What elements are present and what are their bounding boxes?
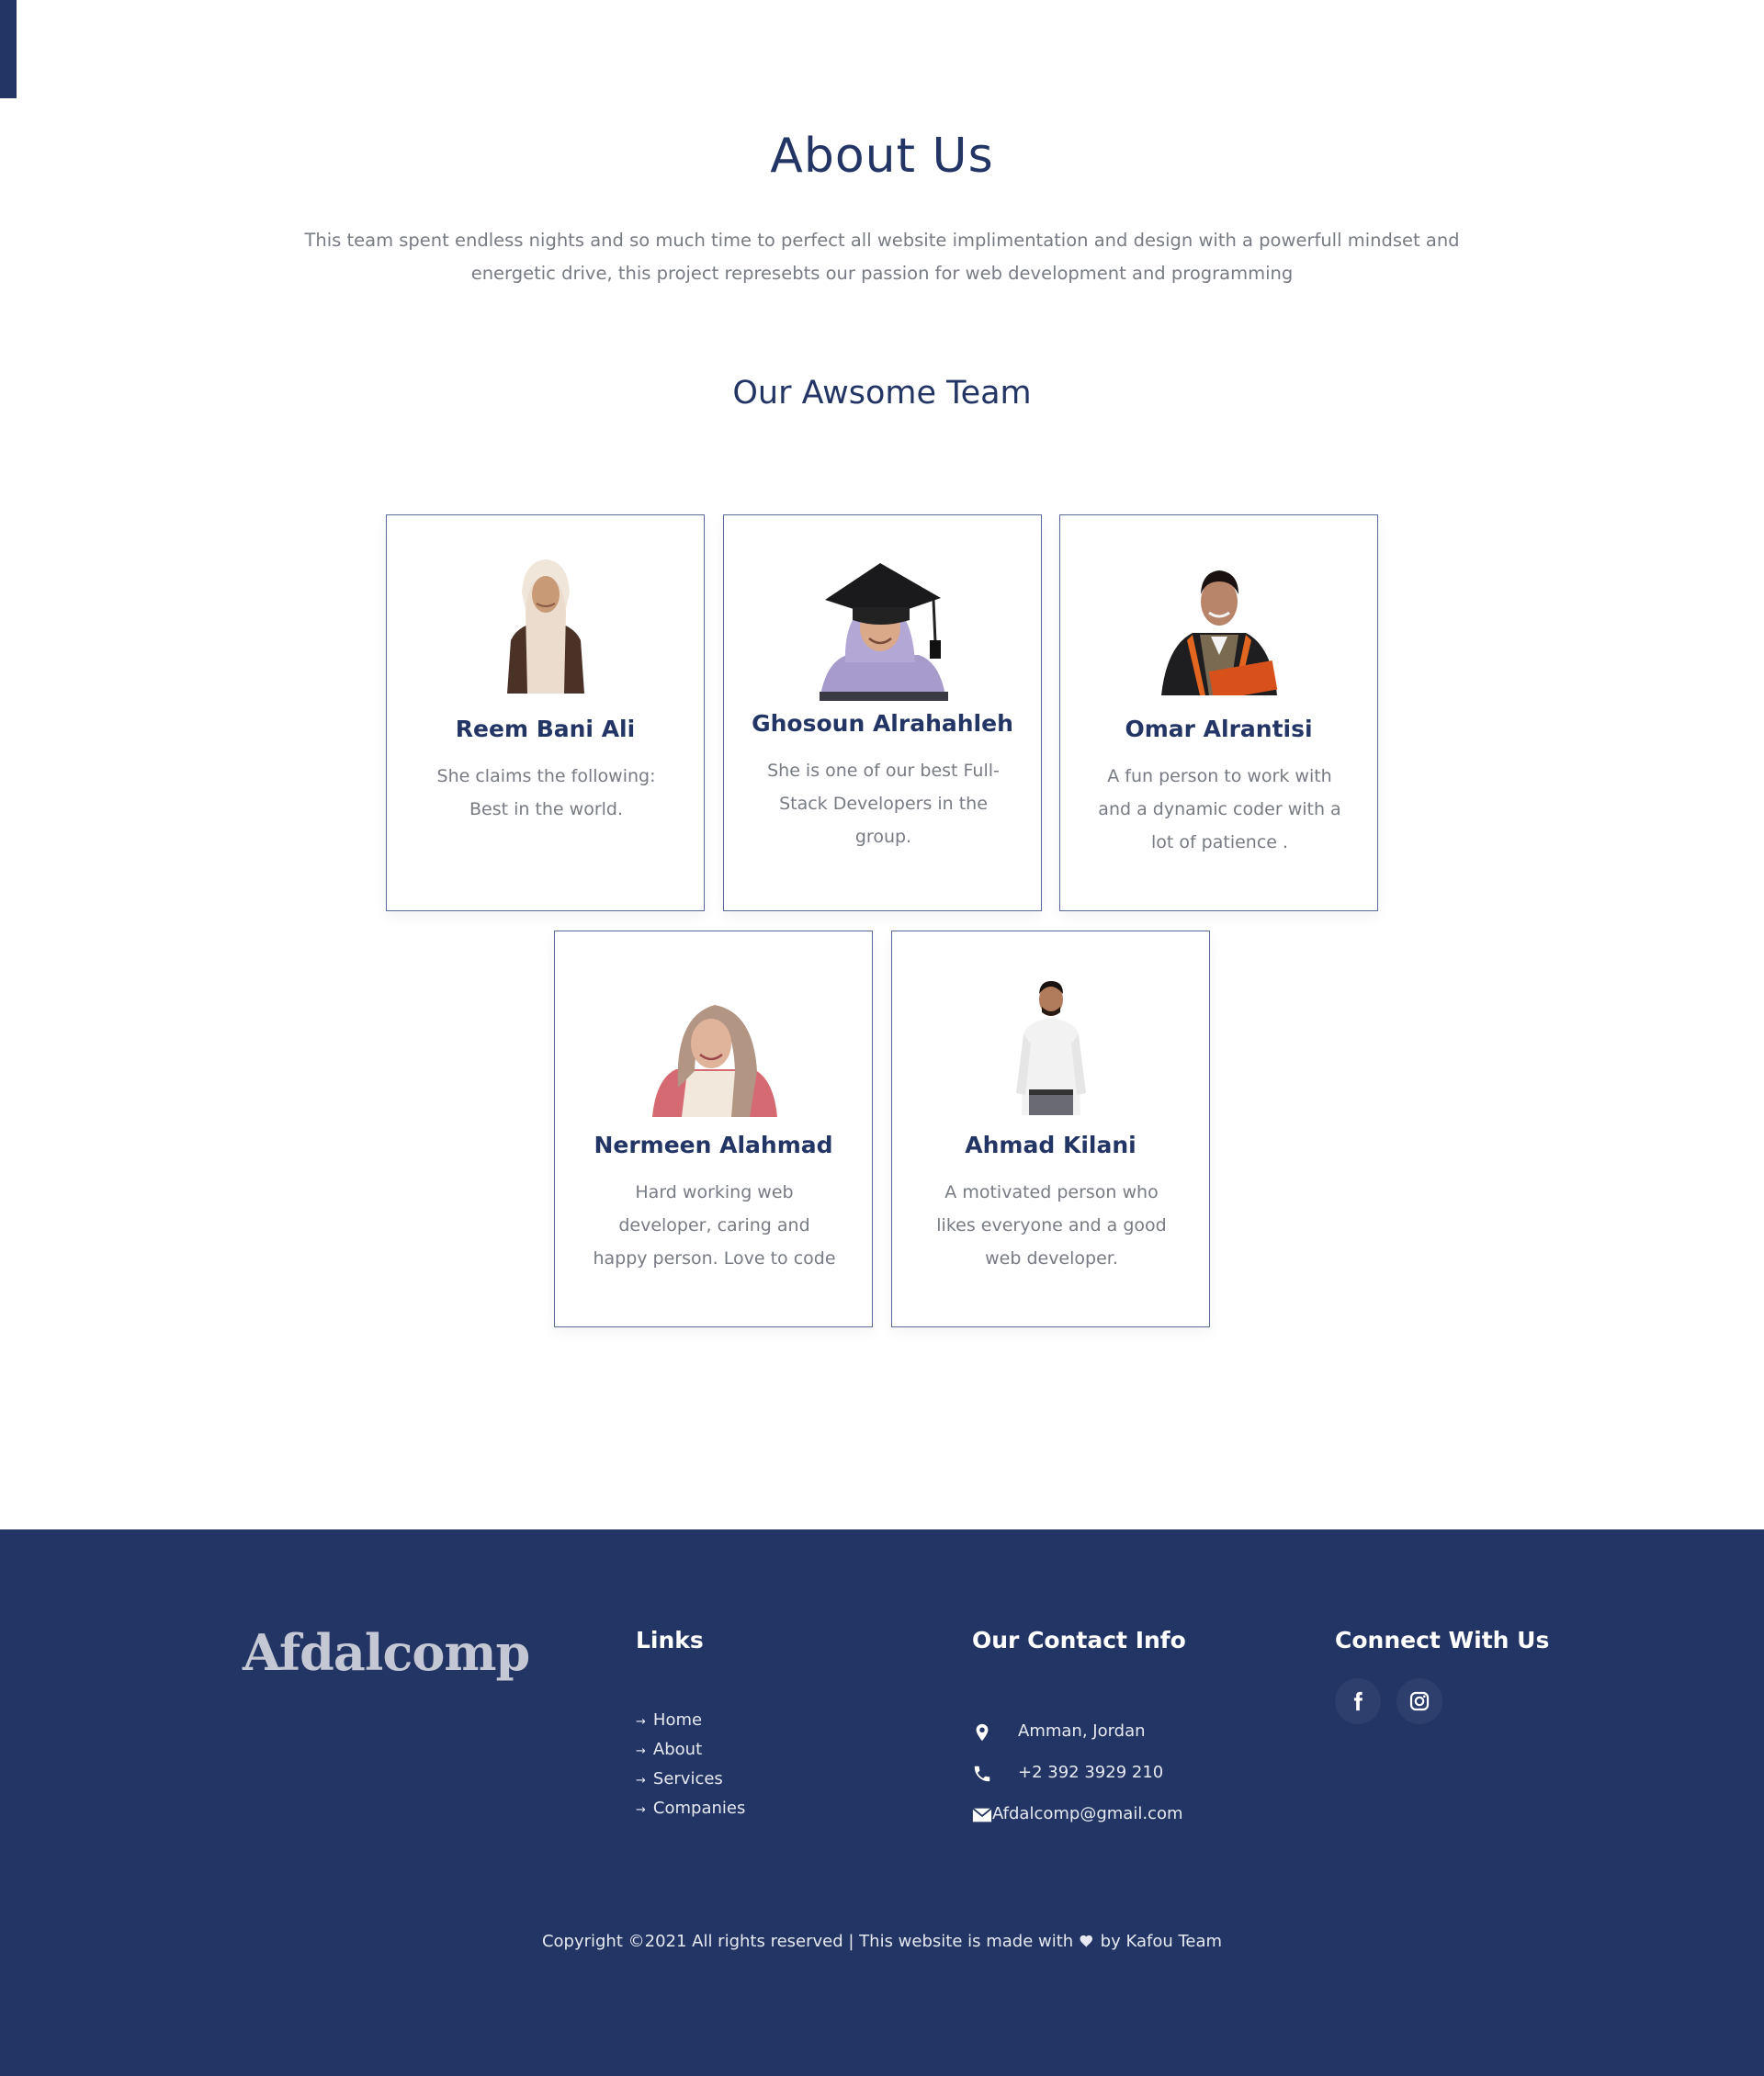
arrow-right-icon: → [636,1715,646,1729]
team-card: Ghosoun Alrahahleh She is one of our bes… [723,514,1042,911]
team-member-name: Reem Bani Ali [455,716,636,742]
footer-link-services[interactable]: → Services [636,1765,745,1794]
team-photo-nermeen [652,1005,777,1117]
contact-title: Our Contact Info [972,1627,1186,1653]
about-intro: This team spent endless nights and so mu… [304,230,1460,284]
phone-icon [974,1766,990,1782]
copyright-text: Copyright ©2021 All rights reserved | Th… [541,1932,1074,1951]
team-member-name: Nermeen Alahmad [594,1132,833,1158]
team-member-name: Ahmad Kilani [965,1132,1136,1158]
page-title: About Us [770,129,994,184]
corner-accent-bar [0,0,17,98]
team-photo-ahmad [1016,981,1086,1115]
contact-phone-text: +2 392 3929 210 [1018,1763,1164,1782]
footer-link-label: Home [652,1710,703,1730]
team-photo-omar [1161,570,1278,695]
heart-icon [1080,1935,1092,1947]
footer-link-home[interactable]: → Home [636,1706,745,1735]
contact-email-text: Afdalcomp@gmail.com [992,1804,1183,1823]
copyright-credit: by Kafou Team [1100,1932,1223,1951]
team-section-title: Our Awsome Team [732,375,1032,412]
instagram-icon [1409,1691,1430,1711]
footer-link-label: Services [652,1769,723,1788]
site-footer: Afdalcomp Links → Home → About → Services →… [0,1529,1764,2076]
contact-address-text: Amman, Jordan [1018,1721,1146,1741]
footer-link-about[interactable]: → About [636,1735,745,1765]
team-card: Reem Bani Ali She claims the following: … [386,514,705,911]
links-title: Links [636,1627,704,1653]
team-member-name: Ghosoun Alrahahleh [752,710,1013,737]
team-member-desc: She is one of our best Full-Stack Develo… [767,761,1000,847]
arrow-right-icon: → [636,1803,646,1817]
team-card: Nermeen Alahmad Hard working web develop… [554,931,873,1327]
team-member-desc: She claims the following: Best in the wo… [436,766,656,819]
team-member-desc: A fun person to work with and a dynamic … [1098,766,1341,852]
connect-title: Connect With Us [1335,1627,1550,1653]
copyright: Copyright ©2021 All rights reserved | Th… [0,1932,1764,1951]
team-card: Omar Alrantisi A fun person to work with… [1059,514,1378,911]
footer-logo-text: Afdalcomp [243,1623,530,1682]
arrow-right-icon: → [636,1744,646,1758]
envelope-icon [972,1807,992,1822]
footer-link-companies[interactable]: → Companies [636,1794,745,1823]
map-pin-icon [976,1723,989,1742]
team-photo-reem [507,559,584,694]
team-member-desc: Hard working web developer, caring and h… [593,1182,836,1269]
team-member-desc: A motivated person who likes everyone an… [936,1182,1167,1269]
footer-links: → Home → About → Services → Companies [636,1706,745,1823]
arrow-right-icon: → [636,1774,646,1788]
team-member-name: Omar Alrantisi [1125,716,1313,742]
instagram-icon-button[interactable] [1396,1678,1442,1724]
footer-link-label: Companies [652,1799,746,1818]
facebook-icon [1353,1691,1363,1711]
team-card: Ahmad Kilani A motivated person who like… [891,931,1210,1327]
team-photo-ghosoun [820,563,948,701]
footer-link-label: About [652,1740,703,1759]
facebook-icon-button[interactable] [1335,1678,1381,1724]
footer-logo[interactable]: Afdalcomp [243,1623,530,1682]
